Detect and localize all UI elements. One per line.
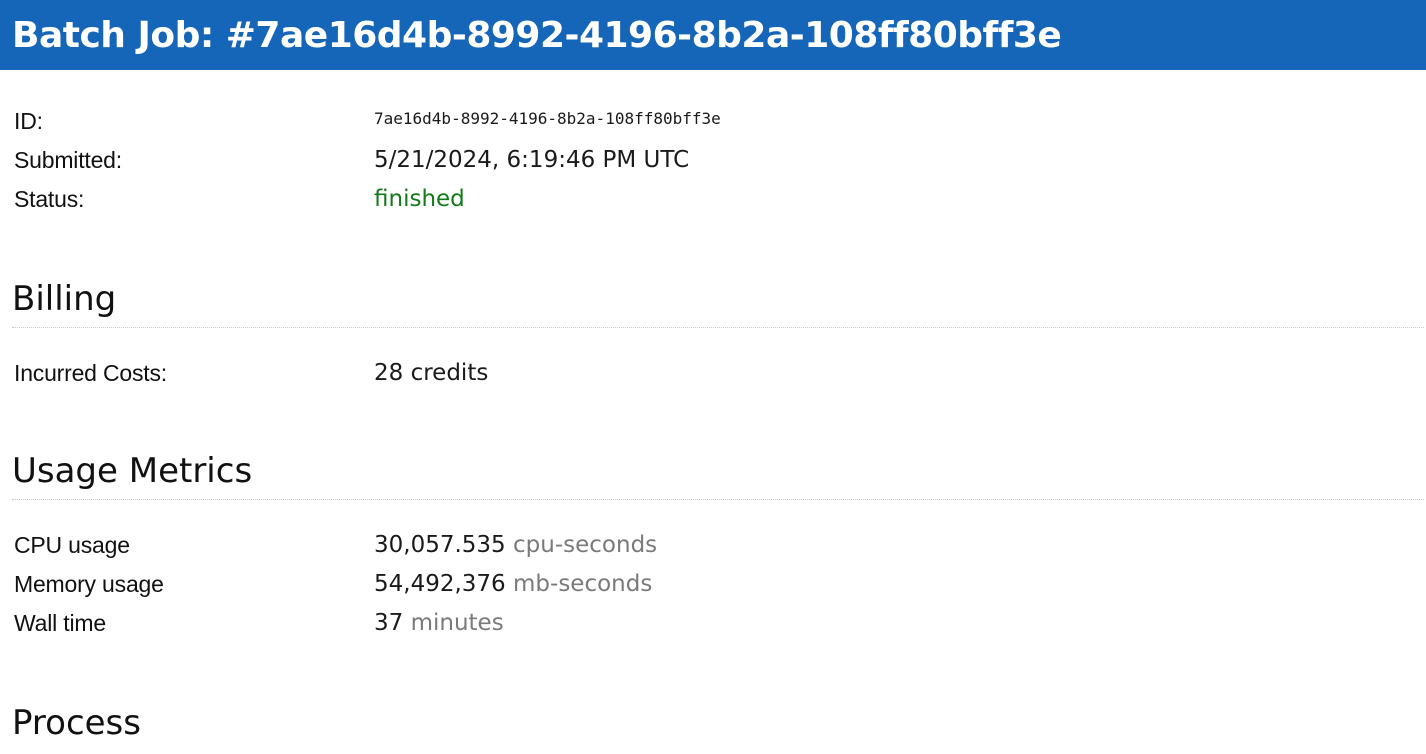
memory-usage-label: Memory usage	[14, 571, 164, 597]
cpu-usage-value: 30,057.535 cpu-seconds	[374, 526, 1424, 565]
status-label: Status:	[14, 186, 85, 212]
page-header: Batch Job: #7ae16d4b-8992-4196-8b2a-108f…	[0, 0, 1426, 70]
incurred-costs-label: Incurred Costs:	[14, 360, 167, 386]
cpu-usage-unit: cpu-seconds	[513, 532, 658, 558]
usage-metrics-heading: Usage Metrics	[12, 451, 1424, 500]
memory-usage-unit: mb-seconds	[513, 571, 653, 597]
memory-usage-value: 54,492,376 mb-seconds	[374, 565, 1424, 604]
memory-usage-number: 54,492,376	[374, 571, 506, 597]
incurred-costs-value: 28 credits	[374, 360, 489, 386]
submitted-value: 5/21/2024, 6:19:46 PM UTC	[374, 147, 690, 173]
page-title: Batch Job: #7ae16d4b-8992-4196-8b2a-108f…	[12, 14, 1062, 56]
wall-time-number: 37	[374, 610, 404, 636]
wall-time-value: 37 minutes	[374, 604, 1424, 643]
id-label: ID:	[14, 108, 43, 134]
main-content: ID: 7ae16d4b-8992-4196-8b2a-108ff80bff3e…	[0, 102, 1426, 751]
job-summary: ID: 7ae16d4b-8992-4196-8b2a-108ff80bff3e…	[14, 102, 1424, 219]
status-value: finished	[374, 186, 465, 212]
id-value[interactable]: 7ae16d4b-8992-4196-8b2a-108ff80bff3e	[374, 102, 1424, 141]
wall-time-label: Wall time	[14, 610, 106, 636]
usage-metrics: CPU usage 30,057.535 cpu-seconds Memory …	[14, 526, 1424, 643]
process-heading: Process	[12, 703, 141, 743]
cpu-usage-label: CPU usage	[14, 532, 130, 558]
wall-time-unit: minutes	[410, 610, 504, 636]
submitted-label: Submitted:	[14, 147, 122, 173]
billing-heading: Billing	[12, 279, 1424, 328]
cpu-usage-number: 30,057.535	[374, 532, 506, 558]
billing-summary: Incurred Costs: 28 credits	[14, 354, 1424, 393]
